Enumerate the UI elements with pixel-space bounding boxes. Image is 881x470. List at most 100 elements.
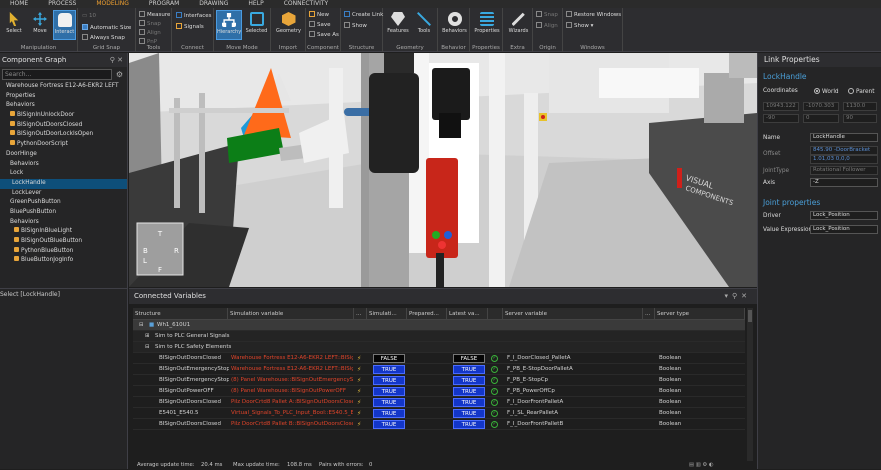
view-cube-top-label[interactable]: T [157, 230, 163, 238]
scroll-thumb[interactable] [748, 310, 752, 322]
column-header[interactable]: ... [354, 308, 367, 320]
tree-node[interactable]: BISignOutBlueButton [0, 237, 127, 247]
menu-home[interactable]: HOME [0, 0, 38, 8]
save-component-button[interactable]: Save [309, 21, 331, 30]
3d-scene[interactable]: VISUAL COMPONENTS T B R L F [129, 53, 757, 287]
grid-size-field[interactable]: ▭ 10 [82, 12, 96, 21]
table-row[interactable]: BISignOutPowerOFF (8) Panel Warehouse::BI… [133, 386, 745, 397]
restore-windows-button[interactable]: Restore Windows [566, 11, 621, 20]
view-cube-right-label[interactable]: R [174, 247, 179, 255]
table-row[interactable]: E5401_E540.5 Virtual_Signals_To_PLC_Input… [133, 408, 745, 419]
signals-button[interactable]: Signals [176, 23, 204, 32]
tree-node[interactable]: PythonDoorScript [0, 140, 127, 150]
view-cube[interactable]: T B R L F [136, 222, 184, 276]
tree-node[interactable]: BISignOutDoorsClosed [0, 120, 127, 131]
column-header[interactable]: Simulati... [367, 308, 407, 320]
save-as-component-button[interactable]: Save As [309, 31, 339, 40]
settings-gear-icon[interactable]: ⚙ [116, 70, 123, 79]
column-header[interactable]: Simulation variable [228, 308, 354, 320]
search-input[interactable]: Search... [2, 69, 112, 80]
new-component-button[interactable]: New [309, 11, 329, 20]
tree-node[interactable]: LockHandle [0, 178, 127, 189]
tree-node[interactable]: Behaviors [0, 160, 127, 170]
view-cube-front-label[interactable]: F [158, 266, 162, 274]
tree-node[interactable]: LockLever [0, 189, 127, 199]
show-structure-checkbox[interactable]: Show [344, 22, 367, 31]
select-button[interactable]: Select [2, 10, 26, 40]
table-row-root[interactable]: ⊟ ■ Wh1_610U1 [133, 320, 745, 331]
behaviors-button[interactable]: Behaviors [441, 10, 468, 40]
world-radio[interactable]: World [814, 88, 839, 95]
tree-node[interactable]: PythonBlueButton [0, 246, 127, 257]
name-field[interactable]: LockHandle [810, 133, 878, 142]
coord-y-field[interactable]: -1070.303 [803, 102, 839, 111]
blue-push-button[interactable] [444, 231, 452, 239]
show-windows-dropdown[interactable]: Show ▾ [566, 22, 593, 31]
column-header[interactable] [488, 308, 503, 320]
rot-x-field[interactable]: -90 [763, 114, 799, 123]
move-button[interactable]: Move [28, 10, 52, 40]
geometry-import-button[interactable]: Geometry [274, 10, 303, 40]
snap-button[interactable]: Snap [139, 20, 161, 29]
menu-help[interactable]: HELP [238, 0, 273, 8]
geometry-tools-button[interactable]: Tools [412, 10, 436, 40]
tree-node[interactable]: BISignOutDoorLockIsOpen [0, 130, 127, 140]
parent-radio[interactable]: Parent [848, 88, 875, 95]
selected-button[interactable]: Selected [244, 10, 269, 40]
align-button[interactable]: Align [139, 29, 161, 38]
tree-node[interactable]: BluePushButton [0, 208, 127, 218]
create-link-button[interactable]: Create Link [344, 11, 383, 20]
interact-button[interactable]: Interact [53, 10, 76, 40]
tree-node[interactable]: Behaviors [0, 101, 127, 111]
tree-node[interactable]: BISignInUnlockDoor [0, 111, 127, 121]
menu-process[interactable]: PROCESS [38, 0, 86, 8]
view-cube-left-label[interactable]: L [143, 257, 147, 265]
column-header[interactable]: ... [643, 308, 655, 320]
rot-z-field[interactable]: 90 [843, 114, 877, 123]
column-header[interactable]: Prepared... [407, 308, 447, 320]
always-snap-checkbox[interactable]: Always Snap [82, 34, 125, 43]
coord-z-field[interactable]: 1130.0 [843, 102, 877, 111]
menu-connectivity[interactable]: CONNECTIVITY [274, 0, 339, 8]
origin-align-button[interactable]: Align [536, 22, 558, 31]
jointtype-dropdown[interactable]: Rotational Follower [810, 166, 878, 175]
table-row[interactable]: BISignOutDoorsClosed Warehouse Fortress E… [133, 353, 745, 364]
interfaces-button[interactable]: Interfaces [176, 12, 212, 21]
column-header[interactable]: Latest va... [447, 308, 488, 320]
panel-window-controls[interactable]: ▾⚲✕ [724, 289, 751, 304]
offset-field-2[interactable]: 1.01,03 0,0,0 [810, 155, 878, 164]
menu-program[interactable]: PROGRAM [139, 0, 189, 8]
view-cube-back-label[interactable]: B [143, 247, 148, 255]
tree-node[interactable]: BlueButtonJogInfo [0, 256, 127, 266]
tree-node[interactable]: Behaviors [0, 218, 127, 228]
column-header[interactable]: Server type [655, 308, 745, 320]
driver-field[interactable]: Lock_Position [810, 211, 878, 220]
pin-close-icon[interactable]: ⚲ ✕ [110, 53, 123, 67]
measure-button[interactable]: Measure [139, 11, 170, 20]
3d-viewport[interactable]: VISUAL COMPONENTS T B R L F [129, 53, 757, 287]
table-row[interactable]: BISignOutEmergencyStop Warehouse Fortress… [133, 364, 745, 375]
column-header[interactable]: Server variable [503, 308, 643, 320]
wizards-button[interactable]: Wizards [506, 10, 531, 40]
table-row[interactable]: BISignOutDoorsClosed Pilz DoorCrtd8 Palle… [133, 419, 745, 430]
automatic-size-checkbox[interactable]: Automatic Size [82, 24, 131, 33]
features-button[interactable]: Features [386, 10, 410, 40]
coord-x-field[interactable]: 10943.122 [763, 102, 799, 111]
tree-node[interactable]: BISignInBlueLight [0, 227, 127, 237]
origin-snap-button[interactable]: Snap [536, 11, 558, 20]
axis-dropdown[interactable]: -Z [810, 178, 878, 187]
table-row-group[interactable]: ⊞ Sim to PLC General Signals [133, 331, 745, 342]
tree-node[interactable]: GreenPushButton [0, 198, 127, 208]
table-row[interactable]: BISignOutDoorsClosed Pilz DoorCrtd8 Palle… [133, 397, 745, 408]
value-expression-field[interactable]: Lock_Position [810, 225, 878, 234]
menu-modeling[interactable]: MODELING [86, 0, 139, 8]
hierarchy-button[interactable]: Hierarchy [216, 10, 242, 40]
table-row-group[interactable]: ⊟ Sim to PLC Safety Elements [133, 342, 745, 353]
properties-button[interactable]: Properties [473, 10, 501, 40]
table-row[interactable]: BISignOutEmergencyStop (8) Panel Warehous… [133, 375, 745, 386]
offset-field[interactable]: 845.90 -DoorBracket [810, 146, 878, 155]
tree-node[interactable]: DoorHinge [0, 150, 127, 160]
tree-node[interactable]: Lock [0, 169, 127, 179]
red-push-button[interactable] [438, 241, 446, 249]
green-push-button[interactable] [432, 231, 440, 239]
